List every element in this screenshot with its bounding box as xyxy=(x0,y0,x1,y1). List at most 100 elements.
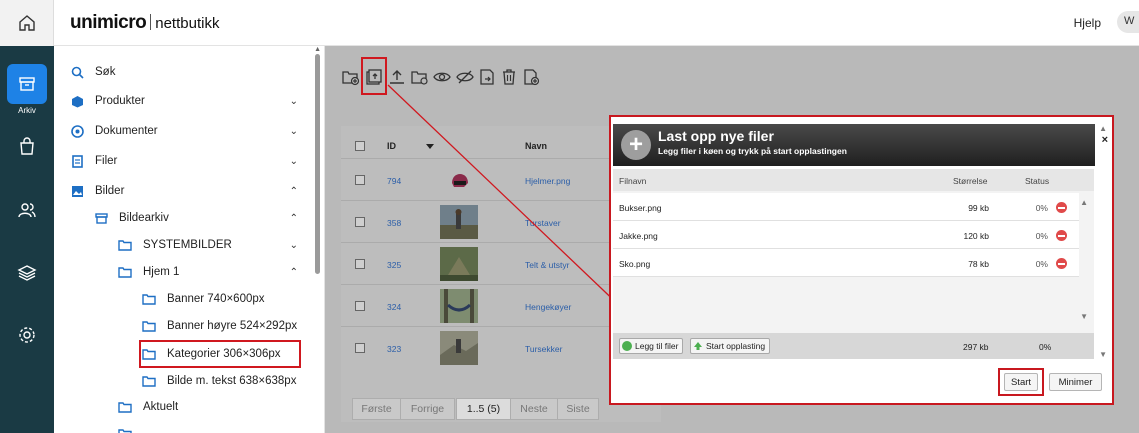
nav-item-bilde-tekst[interactable]: Bilde m. tekst 638×638px xyxy=(142,371,296,391)
upload-dialog: + Last opp nye filer Legg filer i køen o… xyxy=(609,115,1114,405)
start-upload-button[interactable]: Start opplasting xyxy=(690,338,771,354)
avatar[interactable]: W xyxy=(1117,11,1139,33)
total-status: 0% xyxy=(1039,342,1052,352)
nav-label: Dokumenter xyxy=(95,125,158,137)
minimize-button[interactable]: Minimer xyxy=(1049,373,1102,391)
nav-item-filer[interactable]: Filer ⌄ xyxy=(70,151,300,171)
row-name[interactable]: Tursekker xyxy=(525,344,562,354)
pager-prev[interactable]: Forrige xyxy=(400,398,455,420)
nav-item-partial[interactable] xyxy=(118,424,143,433)
layers-icon xyxy=(17,265,37,281)
close-button[interactable]: × xyxy=(1102,134,1108,146)
nav-item-sok[interactable]: Søk xyxy=(70,62,115,82)
help-link[interactable]: Hjelp xyxy=(1074,16,1101,30)
thumbnail-image[interactable] xyxy=(440,247,478,281)
row-name[interactable]: Hjelmer.png xyxy=(525,176,570,186)
move-icon[interactable] xyxy=(478,68,496,86)
nav-item-bildearkiv[interactable]: Bildearkiv ⌃ xyxy=(94,208,300,228)
rail-item-arkiv[interactable]: Arkiv xyxy=(0,64,54,115)
brand-name: unimicro xyxy=(70,12,147,33)
row-name[interactable]: Turstaver xyxy=(525,218,561,228)
row-checkbox[interactable] xyxy=(355,217,365,227)
eye-icon[interactable] xyxy=(433,68,451,86)
pager-last[interactable]: Siste xyxy=(557,398,599,420)
home-button[interactable] xyxy=(0,0,54,46)
row-checkbox[interactable] xyxy=(355,343,365,353)
chevron-down-icon: ⌄ xyxy=(289,155,298,167)
top-header: unimicro nettbutikk Hjelp W xyxy=(54,0,1139,46)
folder-icon xyxy=(118,267,132,278)
row-name[interactable]: Telt & utstyr xyxy=(525,260,569,270)
remove-file-icon[interactable] xyxy=(1056,258,1067,269)
remove-file-icon[interactable] xyxy=(1056,202,1067,213)
column-header-navn[interactable]: Navn xyxy=(525,134,547,158)
left-rail: Arkiv xyxy=(0,0,54,433)
nav-label: Banner høyre 524×292px xyxy=(167,320,298,332)
sort-desc-icon[interactable] xyxy=(426,144,434,149)
row-checkbox[interactable] xyxy=(355,175,365,185)
col-filename: Filnavn xyxy=(619,176,647,186)
folder-icon xyxy=(142,294,156,305)
chevron-down-icon: ⌄ xyxy=(289,95,298,107)
nav-label: Bilder xyxy=(95,185,125,197)
thumbnail-image[interactable] xyxy=(440,205,478,239)
row-id: 358 xyxy=(387,218,402,228)
remove-file-icon[interactable] xyxy=(1056,230,1067,241)
nav-item-hjem1[interactable]: Hjem 1 ⌃ xyxy=(118,262,300,282)
selection-highlight xyxy=(139,340,301,368)
pager-label: Forrige xyxy=(410,403,445,415)
file-row: Bukser.png 99 kb 0% xyxy=(613,193,1079,221)
trash-icon[interactable] xyxy=(500,68,518,86)
scroll-up-arrow[interactable]: ▲ xyxy=(314,46,321,53)
brand-logo[interactable]: unimicro nettbutikk xyxy=(70,12,219,34)
nav-item-banner-hoyre[interactable]: Banner høyre 524×292px xyxy=(142,316,297,336)
thumbnail-image[interactable] xyxy=(440,289,478,323)
rail-item-layers[interactable] xyxy=(0,263,54,283)
nav-item-produkter[interactable]: Produkter ⌄ xyxy=(70,91,300,111)
nav-label: Bilde m. tekst 638×638px xyxy=(167,375,297,387)
thumbnail-image[interactable] xyxy=(440,331,478,365)
file-queue-header: Filnavn Størrelse Status xyxy=(613,169,1094,191)
chevron-down-icon: ⌄ xyxy=(289,125,298,137)
select-all-checkbox[interactable] xyxy=(355,141,365,151)
eye-off-icon[interactable] xyxy=(456,68,474,86)
scroll-down-arrow[interactable]: ▼ xyxy=(1080,312,1088,321)
pager-first[interactable]: Første xyxy=(352,398,401,420)
rail-item-shop[interactable] xyxy=(0,136,54,156)
column-header-id[interactable]: ID xyxy=(387,134,396,158)
folder-settings-icon[interactable] xyxy=(411,68,429,86)
nav-scrollbar[interactable] xyxy=(315,54,320,274)
rail-item-users[interactable] xyxy=(0,200,54,220)
start-button[interactable]: Start xyxy=(1004,373,1038,391)
nav-tree: Søk Produkter ⌄ Dokumenter ⌄ Filer ⌄ Bil… xyxy=(54,46,325,433)
upload-button-highlight xyxy=(361,57,387,95)
nav-label: SYSTEMBILDER xyxy=(143,239,232,251)
row-checkbox[interactable] xyxy=(355,301,365,311)
nav-label: Hjem 1 xyxy=(143,266,180,278)
add-folder-icon[interactable] xyxy=(342,68,360,86)
rail-item-settings[interactable] xyxy=(0,325,54,345)
nav-label: Bildearkiv xyxy=(119,212,169,224)
row-checkbox[interactable] xyxy=(355,259,365,269)
row-id: 325 xyxy=(387,260,402,270)
dialog-title: Last opp nye filer xyxy=(658,128,774,144)
nav-item-aktuelt[interactable]: Aktuelt xyxy=(118,397,178,417)
minimize-label: Minimer xyxy=(1058,376,1093,388)
file-queue-footer: Legg til filer Start opplasting 297 kb 0… xyxy=(613,333,1094,359)
nav-item-bilder[interactable]: Bilder ⌃ xyxy=(70,181,300,201)
scroll-up-arrow[interactable]: ▲ xyxy=(1080,198,1088,207)
upload-icon[interactable] xyxy=(388,68,406,86)
scroll-up-arrow[interactable]: ▲ xyxy=(1099,124,1107,133)
row-name[interactable]: Hengekøyer xyxy=(525,302,571,312)
add-files-button[interactable]: Legg til filer xyxy=(619,338,684,354)
add-file-icon[interactable] xyxy=(522,68,540,86)
scroll-down-arrow[interactable]: ▼ xyxy=(1099,350,1107,359)
pager-next[interactable]: Neste xyxy=(510,398,558,420)
nav-item-systembilder[interactable]: SYSTEMBILDER ⌄ xyxy=(118,235,300,255)
nav-label: Banner 740×600px xyxy=(167,293,265,305)
pager-label: Neste xyxy=(520,403,548,415)
nav-item-banner[interactable]: Banner 740×600px xyxy=(142,289,265,309)
nav-item-dokumenter[interactable]: Dokumenter ⌄ xyxy=(70,121,300,141)
chevron-up-icon: ⌃ xyxy=(289,266,298,278)
thumbnail-image[interactable] xyxy=(440,163,478,197)
